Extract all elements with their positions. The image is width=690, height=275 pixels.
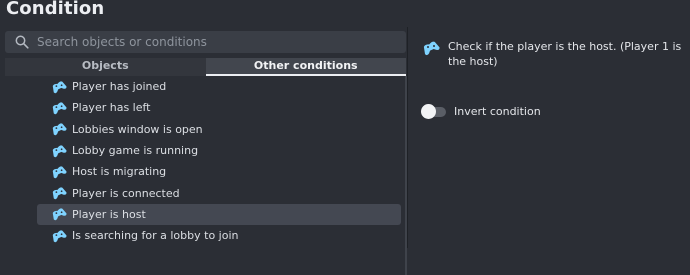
dialog-title: Condition: [6, 0, 105, 19]
condition-item[interactable]: Player is host: [37, 203, 401, 226]
search-icon: [15, 35, 29, 49]
condition-item[interactable]: Lobbies window is open: [37, 119, 401, 140]
gamepad-icon: [52, 208, 67, 221]
condition-detail-panel: Check if the player is the host. (Player…: [408, 27, 690, 248]
gamepad-icon: [52, 144, 67, 157]
gamepad-icon: [52, 230, 67, 242]
condition-label: Host is migrating: [72, 165, 167, 179]
toggle-knob: [421, 103, 436, 119]
conditions-list: Player has joined Player has left Lobbies …: [37, 76, 401, 246]
search-box[interactable]: [5, 31, 406, 53]
gamepad-icon: [52, 123, 67, 136]
conditions-panel: Objects Other conditions Player has join…: [0, 27, 407, 275]
condition-label: Player has left: [72, 101, 151, 115]
condition-label: Lobby game is running: [72, 144, 199, 158]
condition-item[interactable]: Host is migrating: [37, 161, 401, 182]
condition-item[interactable]: Is searching for a lobby to join: [37, 225, 401, 246]
description-row: Check if the player is the host. (Player…: [422, 39, 690, 69]
condition-label: Player is connected: [72, 186, 180, 200]
condition-item[interactable]: Player has left: [37, 97, 401, 118]
condition-label: Player has joined: [72, 80, 167, 94]
condition-label: Player is host: [72, 207, 146, 221]
invert-condition-row[interactable]: Invert condition: [421, 103, 541, 119]
condition-description: Check if the player is the host. (Player…: [448, 40, 682, 68]
gamepad-icon: [52, 187, 67, 200]
tab-bar: Objects Other conditions: [5, 58, 406, 76]
condition-label: Is searching for a lobby to join: [72, 229, 239, 243]
search-input[interactable]: [37, 35, 397, 49]
condition-item[interactable]: Player has joined: [37, 76, 401, 97]
gamepad-icon: [52, 166, 67, 179]
gamepad-icon: [423, 41, 440, 56]
invert-toggle[interactable]: [421, 103, 446, 119]
condition-item[interactable]: Player is connected: [37, 182, 401, 203]
condition-label: Lobbies window is open: [72, 122, 203, 136]
gamepad-icon: [52, 102, 67, 115]
gamepad-icon: [52, 81, 67, 93]
tab-objects[interactable]: Objects: [5, 58, 206, 76]
invert-label: Invert condition: [454, 105, 541, 118]
condition-item[interactable]: Lobby game is running: [37, 140, 401, 161]
tab-other-conditions[interactable]: Other conditions: [205, 58, 406, 76]
